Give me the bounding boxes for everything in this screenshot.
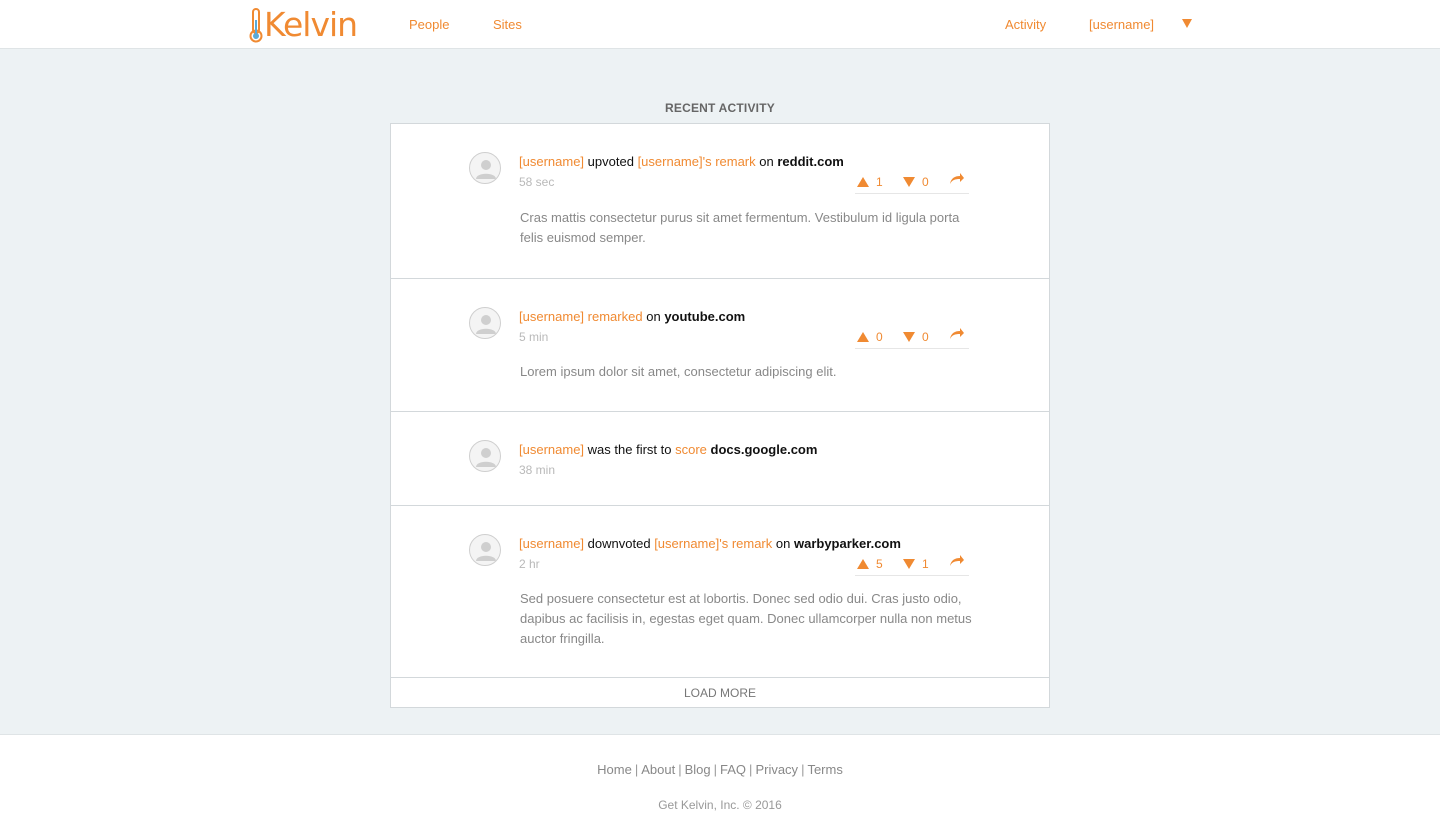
- timestamp: 58 sec: [519, 175, 555, 189]
- downvote-icon[interactable]: [903, 559, 915, 569]
- activity-headline: [username] downvoted [username]'s remark…: [519, 536, 901, 551]
- vote-bar: 1 0: [855, 172, 969, 194]
- downvote-count: 0: [922, 330, 929, 344]
- remark-text: Sed posuere consectetur est at lobortis.…: [520, 591, 972, 646]
- footer-link-home[interactable]: Home: [597, 762, 632, 777]
- nav-sites[interactable]: Sites: [493, 17, 522, 32]
- user-icon: [476, 448, 496, 467]
- activity-item: [username] remarked on youtube.com 5 min…: [391, 279, 1049, 412]
- action-text: upvoted: [587, 154, 634, 169]
- avatar[interactable]: [469, 307, 501, 339]
- divider: |: [634, 762, 639, 777]
- footer-link-faq[interactable]: FAQ: [720, 762, 746, 777]
- user-icon: [476, 160, 496, 179]
- timestamp: 5 min: [519, 330, 549, 344]
- downvote-icon[interactable]: [903, 332, 915, 342]
- load-more-button[interactable]: LOAD MORE: [391, 677, 1049, 707]
- avatar[interactable]: [469, 440, 501, 472]
- connector-text: on: [775, 536, 791, 551]
- timestamp: 2 hr: [519, 557, 540, 571]
- activity-headline: [username] was the first to score docs.g…: [519, 442, 817, 457]
- user-icon: [476, 315, 496, 334]
- upvote-count: 0: [876, 330, 883, 344]
- top-navbar: Kelvin People Sites Activity [username]: [0, 0, 1440, 49]
- share-icon[interactable]: [949, 554, 965, 568]
- divider: |: [678, 762, 682, 777]
- divider: |: [801, 762, 805, 777]
- footer-links: Home | About | Blog | FAQ | Privacy | Terms: [0, 762, 1440, 777]
- user-icon: [476, 542, 496, 561]
- user-link[interactable]: [username]: [519, 536, 584, 551]
- upvote-count: 1: [876, 175, 883, 189]
- kelvin-logo[interactable]: Kelvin: [249, 5, 358, 44]
- vote-bar: 5 1: [855, 554, 969, 576]
- logo-text: Kelvin: [264, 5, 358, 44]
- upvote-icon[interactable]: [857, 332, 869, 342]
- activity-headline: [username] remarked on youtube.com: [519, 309, 745, 324]
- remark-text: Cras mattis consectetur purus sit amet f…: [520, 210, 960, 245]
- remark-link[interactable]: [username]'s remark: [654, 536, 772, 551]
- share-icon[interactable]: [949, 327, 965, 341]
- divider: |: [749, 762, 753, 777]
- activity-item: [username] upvoted [username]'s remark o…: [391, 124, 1049, 279]
- activity-item: [username] downvoted [username]'s remark…: [391, 506, 1049, 677]
- remark-text: Lorem ipsum dolor sit amet, consectetur …: [520, 364, 837, 379]
- connector-text: on: [646, 309, 661, 324]
- remark-link[interactable]: [username]'s remark: [638, 154, 756, 169]
- activity-headline: [username] upvoted [username]'s remark o…: [519, 154, 844, 169]
- user-link[interactable]: [username]: [519, 154, 584, 169]
- downvote-count: 1: [922, 557, 929, 571]
- footer-link-blog[interactable]: Blog: [685, 762, 711, 777]
- site-link[interactable]: docs.google.com: [711, 442, 818, 457]
- action-text: was the first to: [587, 442, 672, 457]
- nav-user[interactable]: [username]: [1089, 17, 1154, 32]
- downvote-count: 0: [922, 175, 929, 189]
- footer-link-privacy[interactable]: Privacy: [755, 762, 798, 777]
- action-text: downvoted: [587, 536, 651, 551]
- footer: Home | About | Blog | FAQ | Privacy | Terms Get Ke…: [0, 734, 1440, 835]
- activity-item: [username] was the first to score docs.g…: [391, 412, 1049, 506]
- downvote-icon[interactable]: [903, 177, 915, 187]
- action-text[interactable]: remarked: [588, 309, 643, 324]
- activity-feed: [username] upvoted [username]'s remark o…: [390, 123, 1050, 708]
- site-link[interactable]: reddit.com: [777, 154, 843, 169]
- nav-activity[interactable]: Activity: [1005, 17, 1046, 32]
- thermometer-icon: [249, 8, 263, 43]
- score-link[interactable]: score: [675, 442, 707, 457]
- copyright: Get Kelvin, Inc. © 2016: [658, 798, 782, 812]
- footer-link-terms[interactable]: Terms: [807, 762, 842, 777]
- upvote-icon[interactable]: [857, 177, 869, 187]
- divider: |: [713, 762, 718, 777]
- upvote-icon[interactable]: [857, 559, 869, 569]
- vote-bar: 0 0: [855, 327, 969, 349]
- site-link[interactable]: warbyparker.com: [794, 536, 901, 551]
- footer-link-about[interactable]: About: [641, 762, 675, 777]
- avatar[interactable]: [469, 152, 501, 184]
- upvote-count: 5: [876, 557, 883, 571]
- site-link[interactable]: youtube.com: [664, 309, 745, 324]
- share-icon[interactable]: [949, 172, 965, 186]
- chevron-down-icon[interactable]: [1182, 19, 1192, 28]
- avatar[interactable]: [469, 534, 501, 566]
- section-title: RECENT ACTIVITY: [665, 101, 775, 115]
- user-link[interactable]: [username]: [519, 309, 584, 324]
- nav-people[interactable]: People: [409, 17, 449, 32]
- timestamp: 38 min: [519, 463, 556, 477]
- connector-text: on: [759, 154, 774, 169]
- user-link[interactable]: [username]: [519, 442, 584, 457]
